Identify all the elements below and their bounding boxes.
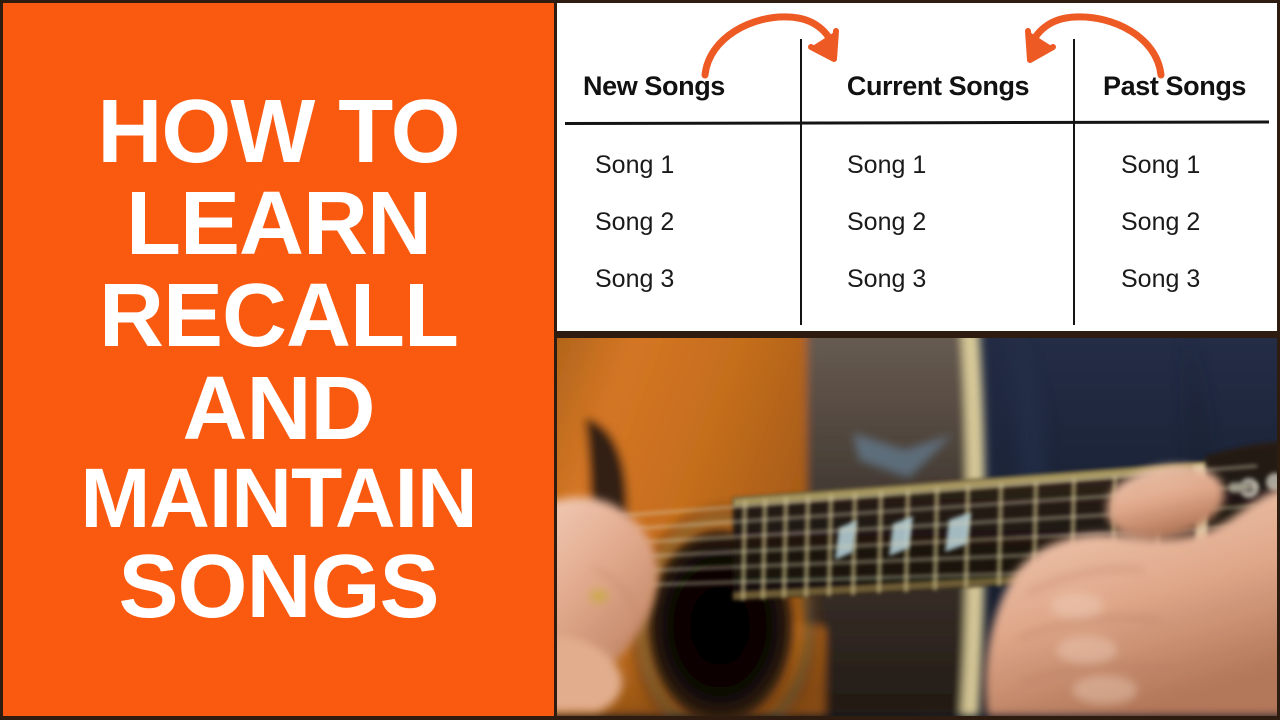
- column-header-new-songs: New Songs: [583, 71, 725, 101]
- guitar-photo-image: [557, 338, 1277, 716]
- panel-seam-vertical: [554, 0, 557, 720]
- panel-seam-horizontal: [554, 331, 1280, 336]
- list-item: Song 1: [847, 151, 927, 179]
- video-thumbnail: HOW TO LEARN RECALL AND MAINTAIN SONGS N…: [0, 0, 1280, 720]
- title-line-4: AND: [182, 358, 376, 459]
- title-line-2: LEARN: [126, 174, 432, 275]
- column-items-current-songs: Song 1 Song 2 Song 3: [807, 153, 1069, 292]
- list-item: Song 2: [1121, 208, 1201, 236]
- right-column: New Songs Song 1 Song 2 Song 3 Current S…: [557, 3, 1277, 716]
- column-items-new-songs: Song 1 Song 2 Song 3: [565, 153, 801, 292]
- table-column-current-songs: Current Songs Song 1 Song 2 Song 3: [807, 3, 1069, 334]
- songs-table: New Songs Song 1 Song 2 Song 3 Current S…: [557, 3, 1277, 334]
- list-item: Song 3: [595, 265, 675, 293]
- table-column-past-songs: Past Songs Song 1 Song 2 Song 3: [1079, 3, 1277, 334]
- title-panel: HOW TO LEARN RECALL AND MAINTAIN SONGS: [3, 3, 554, 716]
- list-item: Song 3: [1121, 265, 1201, 293]
- table-column-new-songs: New Songs Song 1 Song 2 Song 3: [565, 3, 801, 334]
- list-item: Song 1: [595, 151, 675, 179]
- list-item: Song 2: [847, 208, 927, 236]
- title-line-3: RECALL: [99, 266, 459, 367]
- songs-table-card: New Songs Song 1 Song 2 Song 3 Current S…: [557, 3, 1277, 334]
- column-items-past-songs: Song 1 Song 2 Song 3: [1079, 153, 1277, 292]
- list-item: Song 1: [1121, 151, 1201, 179]
- list-item: Song 2: [595, 208, 675, 236]
- guitar-photo: [557, 338, 1277, 716]
- list-item: Song 3: [847, 265, 927, 293]
- column-header-past-songs: Past Songs: [1103, 71, 1247, 101]
- title-line-1: HOW TO: [97, 81, 460, 182]
- column-header-current-songs: Current Songs: [846, 71, 1030, 101]
- title-line-6: SONGS: [118, 536, 439, 637]
- title-line-5: MAINTAIN: [80, 450, 477, 545]
- title-text-block: HOW TO LEARN RECALL AND MAINTAIN SONGS: [3, 81, 554, 637]
